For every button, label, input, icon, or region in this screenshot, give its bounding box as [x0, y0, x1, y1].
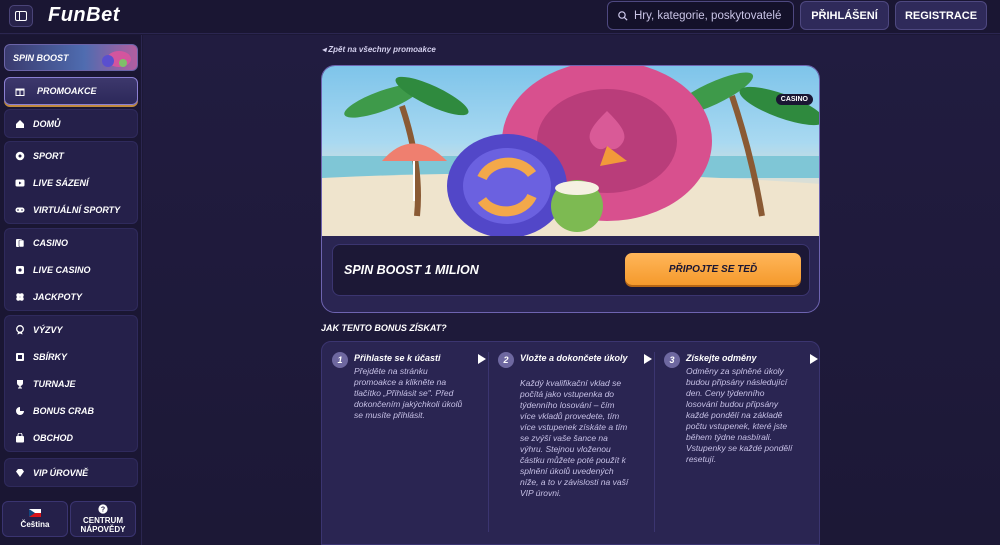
extras-group: VÝZVY SBÍRKY TURNAJE BONUS CRAB OBCHOD [4, 315, 138, 452]
live-play-icon [15, 178, 25, 188]
sidebar-item-label: LIVE CASINO [33, 264, 91, 275]
promo-hero-image: CASINO [322, 66, 819, 238]
help-label-line2: NÁPOVĚDY [80, 525, 126, 534]
step-divider [654, 352, 655, 532]
step-description: Přejděte na stránku promoakce a klikněte… [354, 366, 463, 421]
sidebar-item-label: SBÍRKY [33, 351, 68, 362]
language-label: Čeština [20, 519, 50, 529]
spin-boost-art-icon [102, 51, 131, 67]
search-icon [618, 10, 628, 21]
step-title: Získejte odměny [686, 353, 757, 363]
sidebar-item-challenges[interactable]: VÝZVY [5, 316, 137, 343]
home-group: DOMŮ [4, 109, 138, 138]
sidebar-toggle-icon [15, 11, 27, 21]
back-to-promotions-link[interactable]: ◂ Zpět na všechny promoakce [322, 45, 436, 54]
sidebar-toggle-button[interactable] [9, 5, 33, 27]
crab-claw-icon [15, 406, 25, 416]
home-icon [15, 119, 25, 129]
sidebar-item-virtual-sports[interactable]: VIRTUÁLNÍ SPORTY [5, 196, 137, 223]
sidebar-item-home[interactable]: DOMŮ [5, 110, 137, 137]
beach-slot-illustration [322, 66, 819, 238]
cards-icon [15, 238, 25, 248]
play-arrow-icon [810, 354, 818, 364]
sidebar-item-tournaments[interactable]: TURNAJE [5, 370, 137, 397]
gamepad-icon [15, 205, 25, 215]
sport-group: SPORT LIVE SÁZENÍ VIRTUÁLNÍ SPORTY [4, 141, 138, 224]
clover-icon [15, 292, 25, 302]
step-number: 3 [664, 352, 680, 368]
sidebar-item-vip-levels[interactable]: VIP ÚROVNĚ [5, 459, 137, 486]
step-description: Odměny za splněné úkoly budou připsány n… [686, 366, 793, 465]
register-button[interactable]: REGISTRACE [895, 1, 987, 30]
sidebar-item-label: CASINO [33, 237, 69, 248]
promo-title-bar: SPIN BOOST 1 MILION PŘIPOJTE SE TEĎ [332, 244, 810, 296]
play-arrow-icon [478, 354, 486, 364]
sidebar-item-label: SPORT [33, 150, 64, 161]
promo-card: CASINO SPIN BOOST 1 MILION PŘIPOJTE SE T… [321, 65, 820, 313]
search-box[interactable] [607, 1, 794, 30]
step-number: 2 [498, 352, 514, 368]
sidebar-item-label: DOMŮ [33, 118, 61, 129]
login-button[interactable]: PŘIHLÁŠENÍ [800, 1, 889, 30]
sidebar-item-label: VÝZVY [33, 324, 63, 335]
help-center-button[interactable]: ? CENTRUM NÁPOVĚDY [70, 501, 136, 537]
help-question-icon: ? [98, 504, 108, 514]
play-arrow-icon [644, 354, 652, 364]
sidebar-item-bonus-crab[interactable]: BONUS CRAB [5, 397, 137, 424]
trophy-icon [15, 379, 25, 389]
gift-icon [15, 86, 25, 96]
sidebar-item-label: JACKPOTY [33, 291, 83, 302]
how-to-get-bonus-heading: JAK TENTO BONUS ZÍSKAT? [321, 323, 447, 333]
medal-icon [15, 324, 25, 335]
sidebar-item-collections[interactable]: SBÍRKY [5, 343, 137, 370]
sidebar-item-label: VIRTUÁLNÍ SPORTY [33, 204, 121, 215]
promo-title: SPIN BOOST 1 MILION [344, 263, 479, 277]
category-badge: CASINO [775, 94, 813, 105]
help-label-line1: CENTRUM [83, 515, 123, 525]
czech-flag-icon [29, 508, 41, 517]
sidebar-item-casino[interactable]: CASINO [5, 229, 137, 256]
sidebar-item-label: VIP ÚROVNĚ [33, 467, 89, 478]
diamond-icon [15, 468, 25, 478]
sidebar-item-live-casino[interactable]: LIVE CASINO [5, 256, 137, 283]
step-number: 1 [332, 352, 348, 368]
sidebar-item-label: OBCHOD [33, 432, 73, 443]
casino-group: CASINO LIVE CASINO JACKPOTY [4, 228, 138, 311]
step-title: Vložte a dokončete úkoly [520, 353, 628, 363]
step-title: Přihlaste se k účasti [354, 353, 441, 363]
spin-boost-banner[interactable]: SPIN BOOST [4, 44, 138, 71]
step-divider [488, 352, 489, 532]
sidebar-item-label: LIVE SÁZENÍ [33, 177, 89, 188]
spin-boost-banner-label: SPIN BOOST [13, 53, 69, 63]
join-now-button[interactable]: PŘIPOJTE SE TEĎ [625, 253, 801, 285]
step-description: Každý kvalifikační vklad se počítá jako … [520, 378, 629, 499]
live-cards-icon [15, 265, 25, 275]
sidebar-item-shop[interactable]: OBCHOD [5, 424, 137, 451]
shop-bag-icon [15, 432, 25, 443]
funbet-logo[interactable]: FunBet [48, 4, 120, 27]
soccer-ball-icon [15, 151, 25, 161]
steps-panel: 1 Přihlaste se k účasti Přejděte na strá… [321, 341, 820, 545]
sidebar-item-label: BONUS CRAB [33, 405, 95, 416]
album-icon [15, 352, 25, 362]
language-button[interactable]: Čeština [2, 501, 68, 537]
sidebar-item-live-betting[interactable]: LIVE SÁZENÍ [5, 169, 137, 196]
sidebar-item-promotions[interactable]: PROMOAKCE [4, 77, 138, 105]
sidebar-item-label: TURNAJE [33, 378, 76, 389]
svg-text:?: ? [101, 506, 105, 513]
back-link-label: Zpět na všechny promoakce [328, 45, 436, 54]
sidebar-item-jackpots[interactable]: JACKPOTY [5, 283, 137, 310]
vip-group: VIP ÚROVNĚ [4, 458, 138, 487]
sidebar-item-sport[interactable]: SPORT [5, 142, 137, 169]
sidebar-item-label: PROMOAKCE [37, 86, 97, 96]
sidebar: SPIN BOOST PROMOAKCE DOMŮ SPORT LIVE SÁZ… [0, 35, 142, 545]
search-input[interactable] [633, 9, 793, 22]
top-header: FunBet PŘIHLÁŠENÍ REGISTRACE [0, 0, 1000, 34]
